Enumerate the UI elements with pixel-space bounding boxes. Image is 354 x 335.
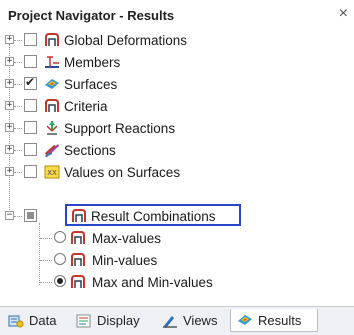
results-icon [238,315,252,325]
tree-subitem-max-values[interactable]: Max-values [0,228,354,250]
checkbox[interactable] [24,99,37,112]
tree-item-criteria[interactable]: + Criteria [0,96,354,118]
tab-display[interactable]: Display [70,309,146,332]
svg-text:XX: XX [47,169,57,177]
tab-results[interactable]: Results [230,309,318,332]
tree-subitem-label: Min-values [92,253,158,268]
panel-title: Project Navigator - Results [8,8,175,23]
tab-label: Display [97,313,140,328]
result-icon [71,253,85,266]
navigator-tab-bar: Data Display Views Results [0,306,354,335]
expand-icon[interactable]: + [5,79,14,88]
tree-subitem-label: Max-values [92,231,162,246]
tree-item-support-reactions[interactable]: + Support Reactions [0,118,354,140]
checkbox[interactable] [24,121,37,134]
tree-subitem-max-and-min-values[interactable]: Max and Min-values [0,272,354,294]
expand-icon[interactable]: + [5,145,14,154]
tree-item-label: Global Deformations [64,33,188,48]
tree-subitem-label: Max and Min-values [92,275,213,290]
collapse-icon[interactable]: − [5,211,14,220]
expand-icon[interactable]: + [5,57,14,66]
tree-item-label: Values on Surfaces [64,165,181,180]
tree-item-label: Support Reactions [64,121,176,136]
tab-label: Views [183,313,218,328]
checkbox[interactable] [24,75,37,90]
views-icon [163,315,177,328]
tab-label: Results [258,312,302,328]
tab-data[interactable]: Data [2,309,62,332]
result-combo-icon [72,209,86,222]
criteria-icon [45,99,59,112]
tab-views[interactable]: Views [156,309,223,332]
radio-button-selected[interactable] [54,275,66,287]
expand-icon[interactable]: + [5,123,14,132]
panel-titlebar: Project Navigator - Results × [0,0,354,30]
tree-item-global-deformations[interactable]: + Global Deformations [0,30,354,52]
tab-label: Data [29,313,57,328]
checkbox[interactable] [24,209,37,222]
radio-button[interactable] [54,253,66,265]
tree-subitem-min-values[interactable]: Min-values [0,250,354,272]
display-icon [76,314,91,327]
result-icon [71,231,85,244]
tree-item-sections[interactable]: + Sections [0,140,354,162]
tree-item-members[interactable]: + Members [0,52,354,74]
radio-button[interactable] [54,231,66,243]
checkbox[interactable] [24,55,37,68]
tree-item-label: Members [64,55,121,70]
support-icon [46,121,58,135]
checkbox[interactable] [24,165,37,178]
project-navigator-panel: Project Navigator - Results × + Global D… [0,0,354,335]
results-tree: + Global Deformations + Members + ✔ Surf… [0,30,354,306]
result-icon [71,275,85,288]
expand-icon[interactable]: + [5,167,14,176]
deformation-icon [45,33,59,46]
expand-icon[interactable]: + [5,35,14,44]
data-icon [8,315,24,327]
tree-item-label: Criteria [64,99,108,114]
section-icon [45,144,59,157]
checkbox[interactable] [24,33,37,46]
tree-item-label: Sections [64,143,116,158]
surface-icon [45,79,59,89]
tree-item-label: Result Combinations [91,209,216,224]
checkbox[interactable] [24,143,37,156]
close-icon[interactable]: × [339,5,348,23]
tree-item-label: Surfaces [64,77,118,92]
tree-item-values-on-surfaces[interactable]: + XX Values on Surfaces [0,162,354,184]
tree-item-surfaces[interactable]: + Surfaces [0,74,354,96]
expand-icon[interactable]: + [5,101,14,110]
values-icon: XX [44,165,60,179]
member-icon [45,56,59,68]
